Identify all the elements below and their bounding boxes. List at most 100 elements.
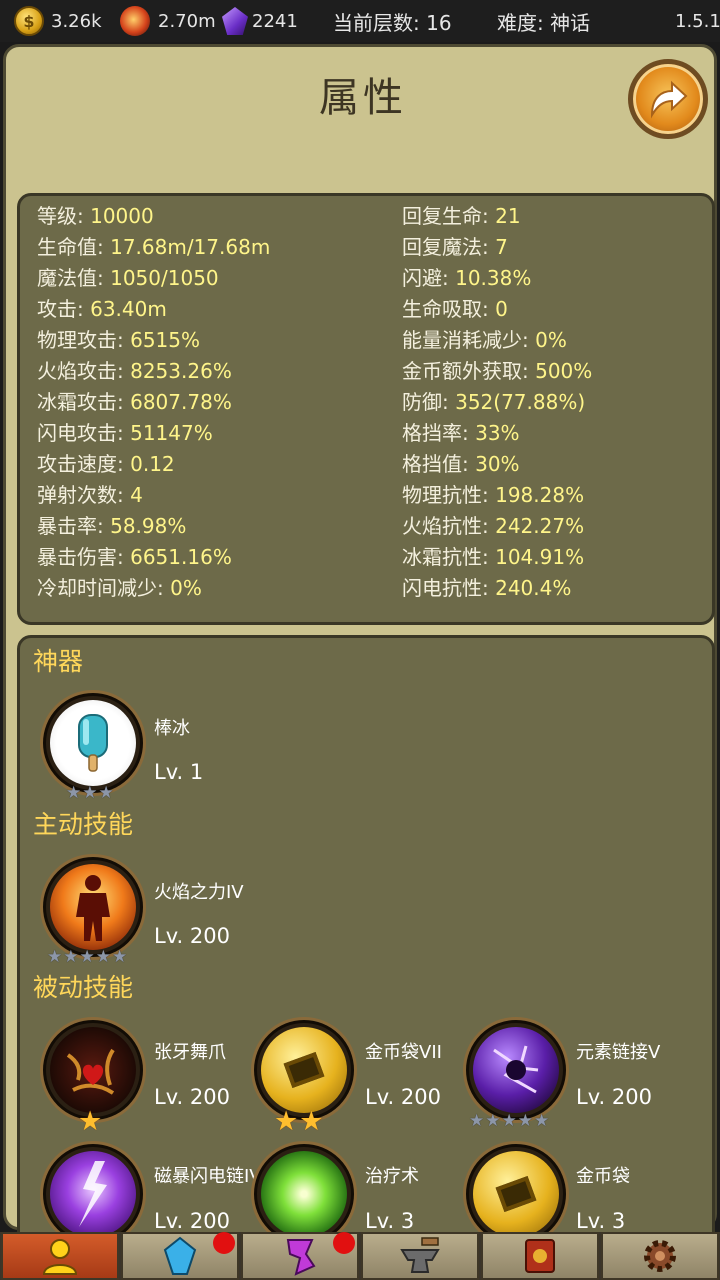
stat-row: 攻击速度: 0.12 xyxy=(37,449,175,480)
gem-counter: 2.70m xyxy=(120,0,216,42)
active-skill-stars: ★ ★ ★ ★ ★ xyxy=(47,949,127,966)
active-skill-slot[interactable] xyxy=(43,857,143,957)
stat-label: 物理抗性: xyxy=(402,483,496,507)
passive-skill-name-5: 治疗术 xyxy=(365,1166,419,1187)
stat-row: 回复魔法: 7 xyxy=(402,232,508,263)
stat-row: 暴击伤害: 6651.16% xyxy=(37,542,232,573)
tab-forge[interactable] xyxy=(361,1232,479,1280)
heal-burst-icon xyxy=(261,1151,347,1237)
stat-label: 物理攻击: xyxy=(37,328,131,352)
stat-label: 闪避: xyxy=(402,266,456,290)
star-empty-icon: ★ xyxy=(112,947,128,967)
passive-skill-slot-6[interactable] xyxy=(466,1144,566,1244)
stat-label: 冰霜抗性: xyxy=(402,545,496,569)
stat-row: 回复生命: 21 xyxy=(402,201,521,232)
stat-label: 攻击: xyxy=(37,297,91,321)
gold-coin-icon: $ xyxy=(14,6,44,36)
stat-value: 1050/1050 xyxy=(110,266,219,290)
star-empty-icon: ★ xyxy=(517,1111,533,1131)
gold-value: 3.26k xyxy=(51,10,102,32)
crystal-value: 2241 xyxy=(252,10,298,32)
stat-row: 火焰抗性: 242.27% xyxy=(402,511,584,542)
passive-skill-name-6: 金币袋 xyxy=(576,1166,630,1187)
star-empty-icon: ★ xyxy=(485,1111,501,1131)
stat-value: 4 xyxy=(130,483,143,507)
stat-label: 格挡率: xyxy=(402,421,476,445)
star-filled-icon: ★ xyxy=(299,1106,324,1137)
back-button[interactable] xyxy=(628,59,708,139)
star-empty-icon: ★ xyxy=(469,1111,485,1131)
settings-gear-icon xyxy=(644,1240,676,1272)
stat-value: 30% xyxy=(475,452,520,476)
spellbook-icon xyxy=(525,1239,555,1273)
passive-skill-slot-5[interactable] xyxy=(254,1144,354,1244)
stat-row: 等级: 10000 xyxy=(37,201,154,232)
red-gem-icon xyxy=(120,6,150,36)
stat-value: 6807.78% xyxy=(130,390,232,414)
stat-row: 物理攻击: 6515% xyxy=(37,325,200,356)
stat-value: 242.27% xyxy=(495,514,585,538)
passive-skill-level-5: Lv. 3 xyxy=(365,1209,415,1233)
passive-skill-level-6: Lv. 3 xyxy=(576,1209,626,1233)
stat-label: 攻击速度: xyxy=(37,452,131,476)
passive-skill-stars-2: ★ ★ xyxy=(274,1108,323,1135)
stat-value: 0% xyxy=(535,328,567,352)
active-skill-level: Lv. 200 xyxy=(154,924,230,948)
difficulty-label: 难度: 神话 xyxy=(497,10,591,35)
tab-crystal[interactable] xyxy=(121,1232,239,1280)
passive-skill-slot-2[interactable] xyxy=(254,1020,354,1120)
version-label: 1.5.1 xyxy=(675,10,720,32)
stat-value: 104.91% xyxy=(495,545,585,569)
status-bar: $ 3.26k 2.70m 2241 当前层数: 16 难度: 神话 1.5.1 xyxy=(0,0,720,42)
stat-row: 攻击: 63.40m xyxy=(37,294,167,325)
crystal-counter: 2241 xyxy=(222,0,298,42)
tab-book[interactable] xyxy=(481,1232,599,1280)
stat-label: 闪电攻击: xyxy=(37,421,131,445)
gold-coin-icon xyxy=(473,1151,559,1237)
passive-skill-level-1: Lv. 200 xyxy=(154,1085,230,1109)
artifact-level: Lv. 1 xyxy=(154,760,204,784)
stat-row: 防御: 352(77.88%) xyxy=(402,387,585,418)
stat-label: 等级: xyxy=(37,204,91,228)
stat-row: 闪电攻击: 51147% xyxy=(37,418,213,449)
gold-coin-icon xyxy=(261,1027,347,1113)
element-link-icon xyxy=(473,1027,559,1113)
stat-value: 6515% xyxy=(130,328,201,352)
stat-label: 火焰抗性: xyxy=(402,514,496,538)
stat-value: 240.4% xyxy=(495,576,572,600)
stat-row: 物理抗性: 198.28% xyxy=(402,480,584,511)
stat-label: 冷却时间减少: xyxy=(37,576,171,600)
lightning-orb-icon xyxy=(50,1151,136,1237)
popsicle-icon xyxy=(50,700,136,786)
tab-rune-badge xyxy=(333,1232,355,1254)
purple-rune-icon xyxy=(286,1239,316,1276)
section-passive-title: 被动技能 xyxy=(33,973,134,1002)
stat-value: 33% xyxy=(475,421,520,445)
tab-character[interactable] xyxy=(1,1232,119,1280)
stat-label: 火焰攻击: xyxy=(37,359,131,383)
attributes-panel: 属性 等级: 10000 生命值: 17.68m/17.68m 魔法值: 1050/… xyxy=(3,44,717,1275)
passive-skill-slot-1[interactable] xyxy=(43,1020,143,1120)
anvil-icon xyxy=(400,1237,440,1273)
stat-row: 格挡值: 30% xyxy=(402,449,520,480)
artifact-slot[interactable] xyxy=(43,693,143,793)
stat-label: 回复生命: xyxy=(402,204,496,228)
stat-row: 生命值: 17.68m/17.68m xyxy=(37,232,270,263)
section-active-title: 主动技能 xyxy=(33,810,134,839)
stat-value: 0 xyxy=(495,297,508,321)
stat-label: 防御: xyxy=(402,390,456,414)
section-artifact-title: 神器 xyxy=(33,647,84,676)
stat-row: 冷却时间减少: 0% xyxy=(37,573,202,604)
stat-label: 暴击率: xyxy=(37,514,111,538)
passive-skill-slot-3[interactable] xyxy=(466,1020,566,1120)
tab-rune[interactable] xyxy=(241,1232,359,1280)
passive-skill-name-4: 磁暴闪电链IV xyxy=(154,1166,262,1187)
passive-skill-stars-1: ★ xyxy=(78,1108,102,1135)
passive-skill-stars-3: ★ ★ ★ ★ ★ xyxy=(469,1113,549,1130)
stat-value: 10000 xyxy=(90,204,154,228)
stat-value: 352(77.88%) xyxy=(455,390,586,414)
passive-skill-level-3: Lv. 200 xyxy=(576,1085,652,1109)
stat-row: 弹射次数: 4 xyxy=(37,480,143,511)
bottom-tab-bar xyxy=(0,1232,720,1280)
tab-settings[interactable] xyxy=(601,1232,719,1280)
